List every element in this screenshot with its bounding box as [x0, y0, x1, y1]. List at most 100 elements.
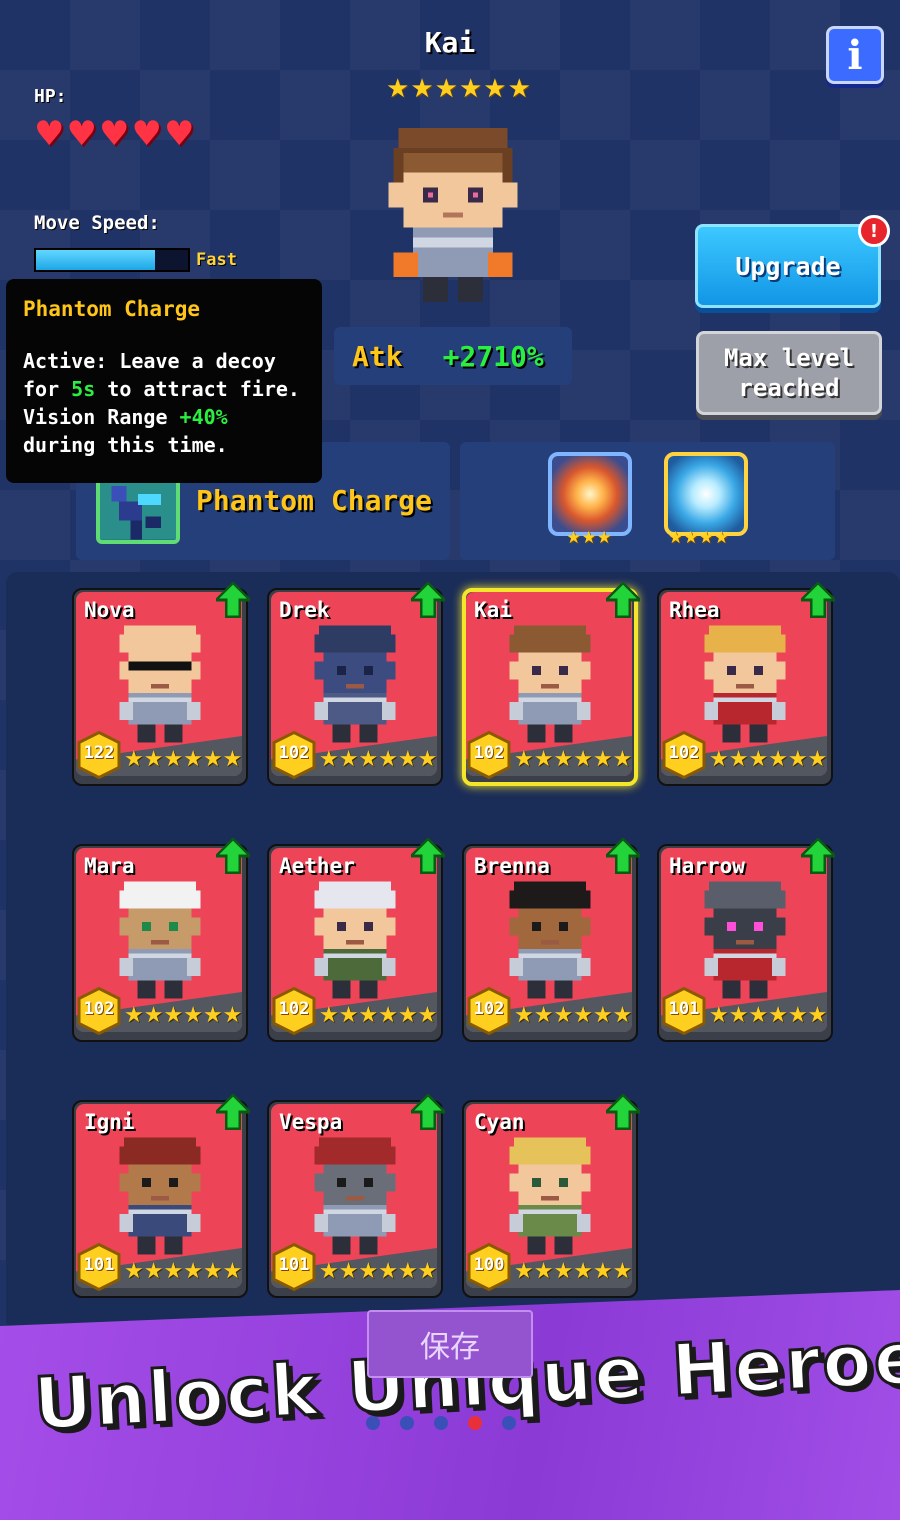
star-icon: ★ [183, 1003, 203, 1028]
tooltip-vision-bonus: +40% [179, 405, 228, 429]
hero-star-rating: ★ ★ ★ ★ ★ ★ [709, 748, 827, 772]
star-icon: ★ [596, 528, 612, 548]
attack-stat-panel: Atk +2710% [334, 327, 572, 385]
hero-name: Nova [84, 598, 135, 622]
star-icon: ★ [612, 747, 633, 772]
hero-card[interactable]: Drek 102 ★ ★ ★ ★ ★ ★ [267, 582, 445, 786]
star-icon: ★ [358, 747, 379, 772]
hero-star-rating: ★ ★ ★ ★ ★ ★ [319, 1260, 437, 1284]
star-icon: ★ [319, 747, 339, 772]
upgrade-arrow-icon [216, 1094, 250, 1130]
gear-panel [460, 442, 835, 560]
star-icon: ★ [202, 747, 223, 772]
upgrade-arrow-icon [606, 838, 640, 874]
hero-name: Igni [84, 1110, 135, 1134]
ice-shatter-icon[interactable] [664, 452, 748, 536]
page-dot[interactable] [468, 1416, 482, 1430]
page-dot[interactable] [400, 1416, 414, 1430]
star-icon: ★ [338, 747, 359, 772]
hero-card[interactable]: Mara 102 ★ ★ ★ ★ ★ ★ [72, 838, 250, 1042]
hero-level: 102 [278, 999, 310, 1019]
hero-card[interactable]: Brenna 102 ★ ★ ★ ★ ★ ★ [462, 838, 640, 1042]
star-icon: ★ [768, 1003, 788, 1028]
hero-avatar [509, 1137, 591, 1255]
star-icon: ★ [581, 528, 597, 548]
hero-level: 101 [668, 999, 700, 1019]
save-button[interactable]: 保存 [367, 1310, 533, 1378]
star-icon: ★ [163, 747, 184, 772]
heart-icon: ♥ [98, 114, 130, 154]
hero-portrait [388, 128, 518, 302]
hero-card[interactable]: Harrow 101 ★ ★ ★ ★ ★ ★ [657, 838, 835, 1042]
star-icon: ★ [533, 1003, 554, 1028]
hero-name: Rhea [669, 598, 720, 622]
star-icon: ★ [434, 74, 458, 104]
page-dot[interactable] [434, 1416, 448, 1430]
star-icon: ★ [768, 747, 788, 772]
hero-name: Mara [84, 854, 135, 878]
upgrade-arrow-icon [411, 1094, 445, 1130]
tooltip-line: during this time. [23, 433, 228, 457]
star-icon: ★ [222, 747, 243, 772]
hero-avatar [119, 881, 201, 999]
star-icon: ★ [143, 1003, 164, 1028]
hero-star-rating: ★ ★ ★ ★ ★ ★ [514, 1260, 632, 1284]
star-icon: ★ [410, 74, 434, 104]
star-icon: ★ [573, 1259, 593, 1284]
hero-card[interactable]: Kai 102 ★ ★ ★ ★ ★ ★ [462, 582, 640, 786]
star-icon: ★ [358, 1003, 379, 1028]
hero-card[interactable]: Rhea 102 ★ ★ ★ ★ ★ ★ [657, 582, 835, 786]
upgrade-arrow-icon [606, 582, 640, 618]
explosion-icon[interactable] [548, 452, 632, 536]
hero-star-rating: ★ ★ ★ ★ ★ ★ [709, 1004, 827, 1028]
star-icon: ★ [807, 1003, 828, 1028]
hero-card[interactable]: Vespa 101 ★ ★ ★ ★ ★ ★ [267, 1094, 445, 1298]
star-icon: ★ [683, 528, 699, 548]
star-icon: ★ [222, 1259, 243, 1284]
star-icon: ★ [397, 1259, 418, 1284]
info-button[interactable]: i [826, 26, 884, 84]
hero-card[interactable]: Nova 122 ★ ★ ★ ★ ★ ★ [72, 582, 250, 786]
star-icon: ★ [143, 747, 164, 772]
hero-name: Kai [424, 26, 476, 59]
star-icon: ★ [163, 1259, 184, 1284]
hero-name: Vespa [279, 1110, 343, 1134]
hero-name: Drek [279, 598, 330, 622]
star-icon: ★ [573, 1003, 593, 1028]
star-icon: ★ [222, 1003, 243, 1028]
heart-icon: ♥ [66, 114, 97, 154]
star-icon: ★ [124, 1259, 144, 1284]
star-icon: ★ [533, 747, 554, 772]
star-icon: ★ [163, 1003, 184, 1028]
hp-hearts: ♥ ♥ ♥ ♥ ♥ [34, 116, 194, 152]
hero-star-rating: ★ ★ ★ ★ ★ ★ [386, 76, 531, 102]
upgrade-button[interactable]: Upgrade [695, 224, 881, 308]
hero-avatar [509, 881, 591, 999]
star-icon: ★ [748, 1003, 769, 1028]
heart-icon: ♥ [131, 114, 162, 154]
move-speed-value: Fast [196, 250, 237, 270]
star-icon: ★ [514, 747, 534, 772]
hero-level: 100 [473, 1255, 505, 1275]
star-icon: ★ [553, 1259, 574, 1284]
star-icon: ★ [566, 528, 582, 548]
upgrade-arrow-icon [216, 582, 250, 618]
phantom-charge-icon[interactable] [96, 474, 180, 544]
upgrade-arrow-icon [606, 1094, 640, 1130]
star-icon: ★ [553, 747, 574, 772]
hero-level: 101 [278, 1255, 310, 1275]
upgrade-alert-badge: ! [858, 215, 890, 247]
hero-card[interactable]: Igni 101 ★ ★ ★ ★ ★ ★ [72, 1094, 250, 1298]
move-speed-fill [36, 250, 155, 270]
star-icon: ★ [787, 747, 808, 772]
page-dot[interactable] [502, 1416, 516, 1430]
heart-icon: ♥ [163, 114, 195, 154]
hero-card[interactable]: Aether 102 ★ ★ ★ ★ ★ ★ [267, 838, 445, 1042]
hero-card[interactable]: Cyan 100 ★ ★ ★ ★ ★ ★ [462, 1094, 640, 1298]
page-dot[interactable] [366, 1416, 380, 1430]
star-icon: ★ [807, 747, 828, 772]
star-icon: ★ [378, 1259, 398, 1284]
tooltip-line: Active: Leave a decoy [23, 349, 276, 373]
hero-avatar [704, 625, 786, 743]
star-icon: ★ [458, 74, 483, 104]
